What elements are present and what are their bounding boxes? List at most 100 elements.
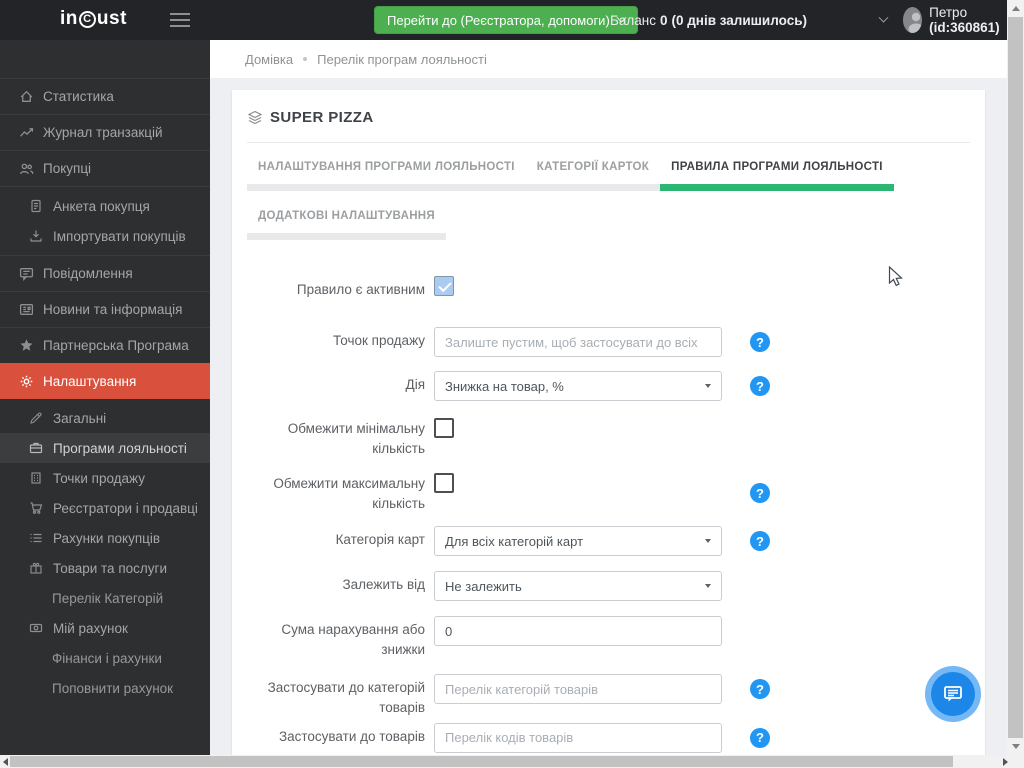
- registrars-icon: [28, 501, 44, 515]
- form-row-card-category: Категорія карт Для всіх категорій карт ?: [247, 526, 970, 556]
- help-icon[interactable]: ?: [750, 728, 770, 748]
- chat-widget-button[interactable]: [925, 666, 981, 722]
- chevron-down-icon: [879, 12, 889, 22]
- field-label: Обмежити максимальну кількість: [247, 473, 425, 513]
- sidebar-item-registrars-sellers[interactable]: Реєстратори і продавці: [0, 493, 210, 523]
- scroll-down-icon[interactable]: [1012, 744, 1020, 749]
- limit-min-checkbox[interactable]: [434, 418, 454, 438]
- select-arrow-icon: [705, 384, 711, 388]
- sidebar-item-general[interactable]: Загальні: [0, 403, 210, 433]
- horizontal-scrollbar[interactable]: [0, 755, 1024, 768]
- sidebar-nav: Статистика Журнал транзакцій Покупці Анк…: [0, 40, 210, 755]
- help-icon[interactable]: ?: [750, 679, 770, 699]
- sidebar-item-customers[interactable]: Покупці: [0, 150, 210, 186]
- field-label: Обмежити мінімальну кількість: [247, 418, 425, 458]
- amount-input[interactable]: [434, 616, 722, 646]
- pos-icon: [28, 471, 44, 485]
- apply-goods-input[interactable]: [434, 723, 722, 753]
- form-row-amount: Сума нарахування або знижки: [247, 616, 970, 659]
- sidebar-item-finances-accounts[interactable]: Фінанси і рахунки: [0, 643, 210, 673]
- sidebar-item-goods-services[interactable]: Товари та послуги: [0, 553, 210, 583]
- menu-toggle-icon[interactable]: [170, 13, 190, 27]
- sidebar-item-messages[interactable]: Повідомлення: [0, 255, 210, 291]
- sidebar-item-loyalty-programs[interactable]: Програми лояльності: [0, 433, 210, 463]
- field-label: Дія: [247, 371, 425, 395]
- field-label: Сума нарахування або знижки: [247, 616, 425, 659]
- form-row-points-of-sale: Точок продажу ?: [247, 327, 970, 357]
- action-select[interactable]: Знижка на товар, %: [434, 371, 722, 401]
- breadcrumb: Домівка Перелік програм лояльності: [210, 40, 1007, 78]
- logo-c-circle: C: [79, 11, 96, 28]
- program-header: SUPER PIZZA: [247, 90, 970, 126]
- customers-icon: [18, 161, 34, 176]
- form-row-rule-active: Правило є активним: [247, 276, 970, 301]
- help-icon[interactable]: ?: [750, 483, 770, 503]
- card-category-select[interactable]: Для всіх категорій карт: [434, 526, 722, 556]
- vertical-scrollbar[interactable]: [1007, 0, 1024, 755]
- scroll-right-icon[interactable]: [1003, 758, 1008, 766]
- program-card: SUPER PIZZA НАЛАШТУВАННЯ ПРОГРАМИ ЛОЯЛЬН…: [232, 90, 985, 755]
- tab-loyalty-program-rules[interactable]: ПРАВИЛА ПРОГРАМИ ЛОЯЛЬНОСТІ: [660, 155, 894, 191]
- help-icon[interactable]: ?: [750, 531, 770, 551]
- tab-loyalty-program-settings[interactable]: НАЛАШТУВАННЯ ПРОГРАМИ ЛОЯЛЬНОСТІ: [247, 155, 526, 191]
- go-to-dropdown-button[interactable]: Перейти до (Реєстратора, допомоги): [374, 6, 638, 34]
- sidebar-item-my-account[interactable]: Мій рахунок: [0, 613, 210, 643]
- tab-card-categories[interactable]: КАТЕГОРІЇ КАРТОК: [526, 155, 660, 191]
- breadcrumb-current-page: Перелік програм лояльності: [317, 52, 487, 67]
- my-account-icon: [28, 621, 44, 635]
- vertical-scrollbar-thumb[interactable]: [1008, 17, 1023, 738]
- tab-bar: НАЛАШТУВАННЯ ПРОГРАМИ ЛОЯЛЬНОСТІ КАТЕГОР…: [247, 155, 992, 240]
- scroll-up-icon[interactable]: [1012, 6, 1020, 11]
- field-label: Застосувати до товарів: [247, 723, 425, 747]
- sidebar-item-category-list[interactable]: Перелік Категорій: [0, 583, 210, 613]
- form-row-limit-min: Обмежити мінімальну кількість: [247, 418, 970, 458]
- help-icon[interactable]: ?: [750, 332, 770, 352]
- rule-active-checkbox[interactable]: [434, 276, 454, 296]
- sidebar-item-settings[interactable]: Налаштування: [0, 363, 210, 399]
- points-of-sale-input[interactable]: [434, 327, 722, 357]
- settings-gear-icon: [18, 374, 34, 389]
- top-bar: inCust Перейти до (Реєстратора, допомоги…: [0, 0, 1024, 40]
- sidebar-item-partner-program[interactable]: Партнерська Програма: [0, 327, 210, 363]
- scroll-left-icon[interactable]: [3, 758, 8, 766]
- sidebar-item-points-of-sale[interactable]: Точки продажу: [0, 463, 210, 493]
- sidebar-item-import-customers[interactable]: Імпортувати покупців: [0, 221, 210, 251]
- tab-additional-settings[interactable]: ДОДАТКОВІ НАЛАШТУВАННЯ: [247, 204, 446, 240]
- form-row-action: Дія Знижка на товар, % ?: [247, 371, 970, 401]
- logo-text-post: ust: [97, 8, 127, 30]
- customer-form-icon: [28, 199, 44, 213]
- sidebar-item-transactions-log[interactable]: Журнал транзакцій: [0, 114, 210, 150]
- goods-services-icon: [28, 561, 44, 575]
- apply-categories-input[interactable]: [434, 674, 722, 704]
- user-menu[interactable]: Петро (id:360861): [903, 0, 1024, 40]
- user-name: Петро (id:360861): [929, 5, 1011, 35]
- incust-logo[interactable]: inCust: [60, 8, 127, 30]
- settings-submenu: Загальні Програми лояльності Точки прода…: [0, 399, 210, 707]
- field-label: Точок продажу: [247, 327, 425, 351]
- transactions-icon: [18, 125, 34, 140]
- help-icon[interactable]: ?: [750, 376, 770, 396]
- go-to-button-label: Перейти до (Реєстратора, допомоги): [387, 13, 610, 28]
- home-icon: [18, 89, 34, 104]
- sidebar-item-news[interactable]: Новини та інформація: [0, 291, 210, 327]
- sidebar-item-statistics[interactable]: Статистика: [0, 78, 210, 114]
- logo-text-pre: in: [60, 8, 78, 30]
- main-content: Домівка Перелік програм лояльності SUPER…: [210, 40, 1007, 755]
- field-label: Залежить від: [247, 571, 425, 595]
- select-arrow-icon: [705, 584, 711, 588]
- customers-submenu: Анкета покупця Імпортувати покупців: [0, 186, 210, 255]
- limit-max-checkbox[interactable]: [434, 473, 454, 493]
- sidebar-item-customer-form[interactable]: Анкета покупця: [0, 191, 210, 221]
- depends-on-select[interactable]: Не залежить: [434, 571, 722, 601]
- breadcrumb-home-link[interactable]: Домівка: [245, 52, 293, 67]
- language-selector[interactable]: [848, 0, 887, 40]
- avatar: [903, 7, 922, 33]
- loyalty-programs-icon: [28, 441, 44, 455]
- sidebar-item-customer-accounts[interactable]: Рахунки покупців: [0, 523, 210, 553]
- sidebar-item-top-up-account[interactable]: Поповнити рахунок: [0, 673, 210, 703]
- field-label: Застосувати до категорій товарів: [247, 674, 425, 717]
- horizontal-scrollbar-thumb[interactable]: [10, 756, 953, 767]
- rule-form: Правило є активним Точок продажу ? Дія З…: [247, 276, 970, 753]
- form-row-depends-on: Залежить від Не залежить: [247, 571, 970, 601]
- news-icon: [18, 302, 34, 317]
